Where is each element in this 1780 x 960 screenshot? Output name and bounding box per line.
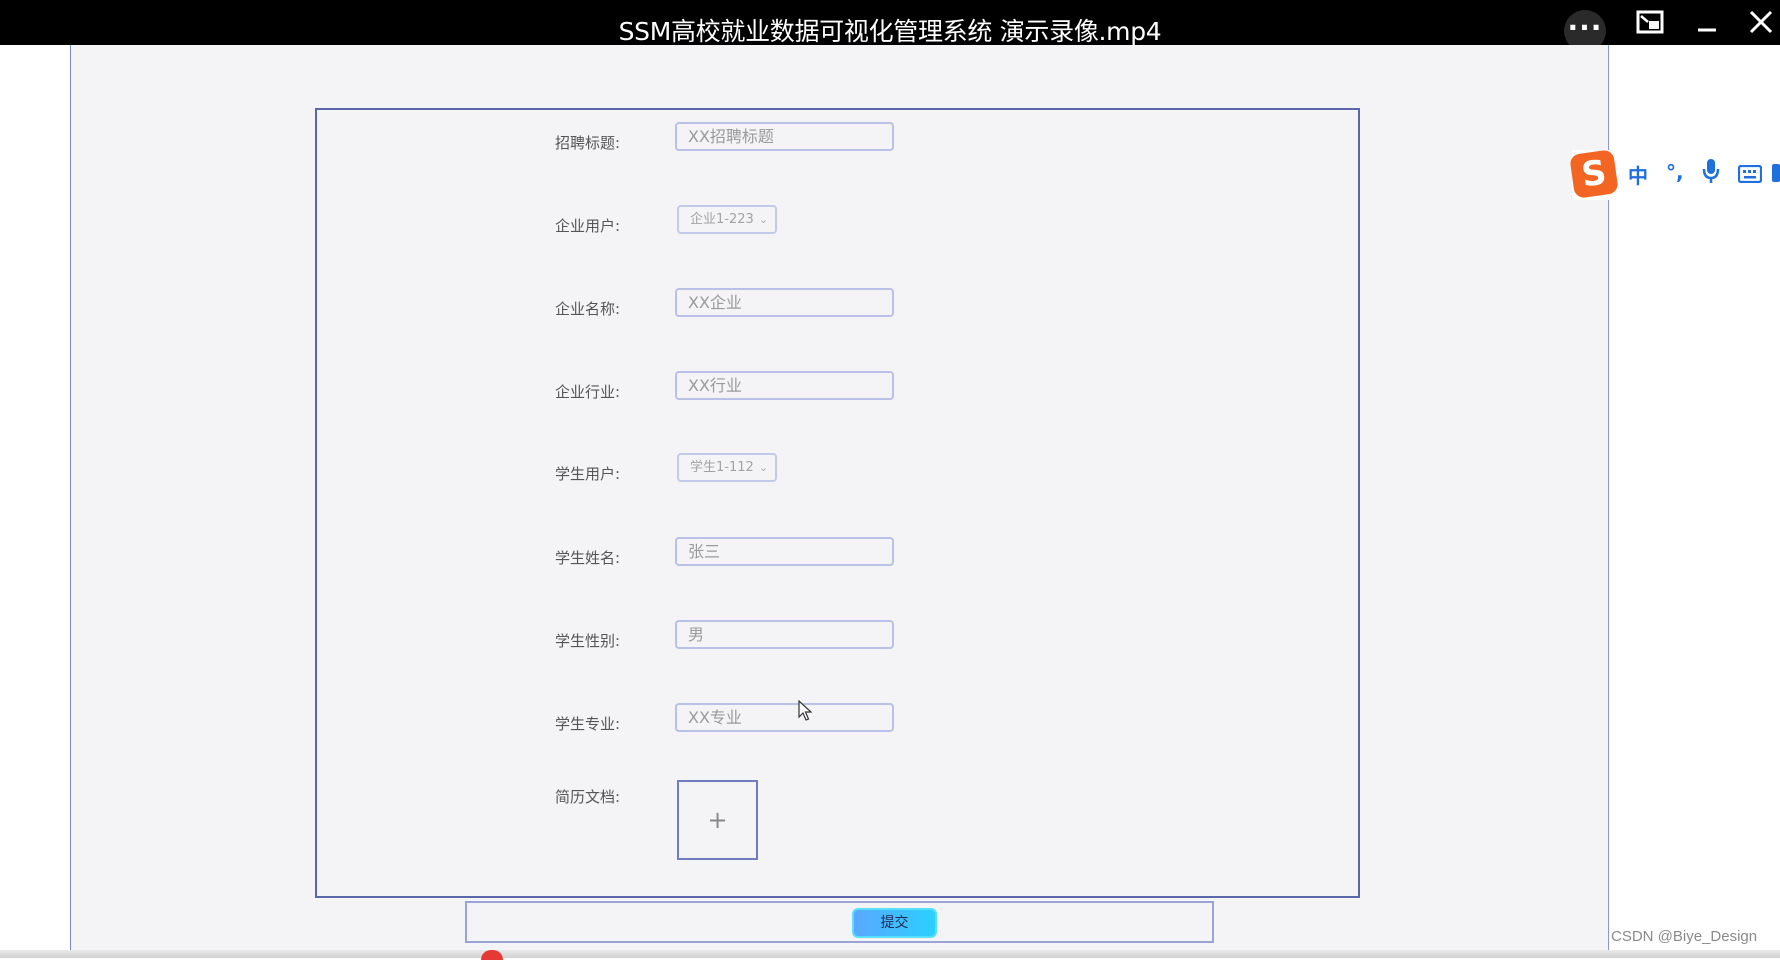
form-row-industry: 企业行业: XX行业 — [317, 371, 1358, 405]
keyboard-icon[interactable] — [1737, 164, 1763, 188]
left-margin — [0, 45, 71, 958]
company-name-input[interactable]: XX企业 — [675, 288, 894, 317]
industry-input[interactable]: XX行业 — [675, 371, 894, 400]
field-label: 学生姓名: — [555, 549, 621, 567]
chevron-down-icon: ⌄ — [758, 461, 768, 474]
form-row-resume: 简历文档: + — [317, 780, 1358, 862]
field-label: 学生专业: — [555, 715, 621, 733]
field-label: 简历文档: — [555, 788, 621, 806]
select-value: 学生1-112 — [690, 460, 754, 475]
ime-more-icon[interactable] — [1772, 164, 1780, 182]
mouse-cursor-icon — [798, 700, 812, 721]
picture-in-picture-icon[interactable] — [1630, 8, 1670, 40]
gender-input[interactable]: 男 — [675, 620, 894, 649]
form-row-title: 招聘标题: XX招聘标题 — [317, 122, 1358, 156]
form-row-student-user: 学生用户: 学生1-112 ⌄ — [317, 453, 1358, 487]
video-title: SSM高校就业数据可视化管理系统 演示录像.mp4 — [618, 17, 1162, 46]
form-row-student-name: 学生姓名: 张三 — [317, 537, 1358, 571]
submit-bar: 提交 — [465, 901, 1214, 943]
submit-button[interactable]: 提交 — [852, 908, 937, 938]
microphone-icon[interactable] — [1702, 158, 1720, 189]
form-row-gender: 学生性别: 男 — [317, 620, 1358, 654]
major-input[interactable]: XX专业 — [675, 703, 894, 732]
field-label: 企业行业: — [555, 383, 621, 401]
video-title-bar: SSM高校就业数据可视化管理系统 演示录像.mp4 ··· — [0, 0, 1780, 52]
form-row-company-name: 企业名称: XX企业 — [317, 288, 1358, 322]
field-label: 学生性别: — [555, 632, 621, 650]
csdn-watermark: CSDN @Biye_Design — [1611, 928, 1758, 945]
ime-mode-toggle[interactable]: 中 — [1628, 160, 1648, 189]
form-row-company-user: 企业用户: 企业1-223 ⌄ — [317, 205, 1358, 239]
chevron-down-icon: ⌄ — [758, 213, 768, 226]
student-name-input[interactable]: 张三 — [675, 537, 894, 566]
field-label: 企业用户: — [555, 217, 621, 235]
ime-toolbar: S 中 °, — [1569, 149, 1780, 200]
field-label: 招聘标题: — [555, 134, 621, 152]
minimize-icon[interactable] — [1687, 8, 1727, 40]
student-user-select[interactable]: 学生1-112 ⌄ — [677, 453, 777, 482]
recruit-title-input[interactable]: XX招聘标题 — [675, 122, 894, 151]
bottom-edge — [0, 950, 1780, 958]
close-icon[interactable] — [1741, 8, 1780, 40]
form-row-major: 学生专业: XX专业 — [317, 703, 1358, 737]
field-label: 企业名称: — [555, 300, 621, 318]
select-value: 企业1-223 — [690, 212, 754, 227]
recruitment-form: 招聘标题: XX招聘标题 企业用户: 企业1-223 ⌄ 企业名称: XX企业 … — [315, 108, 1360, 898]
company-user-select[interactable]: 企业1-223 ⌄ — [677, 205, 777, 234]
field-label: 学生用户: — [555, 465, 621, 483]
ime-punctuation-toggle[interactable]: °, — [1666, 160, 1684, 184]
sogou-logo-icon[interactable]: S — [1569, 149, 1619, 199]
resume-upload-button[interactable]: + — [677, 780, 758, 860]
